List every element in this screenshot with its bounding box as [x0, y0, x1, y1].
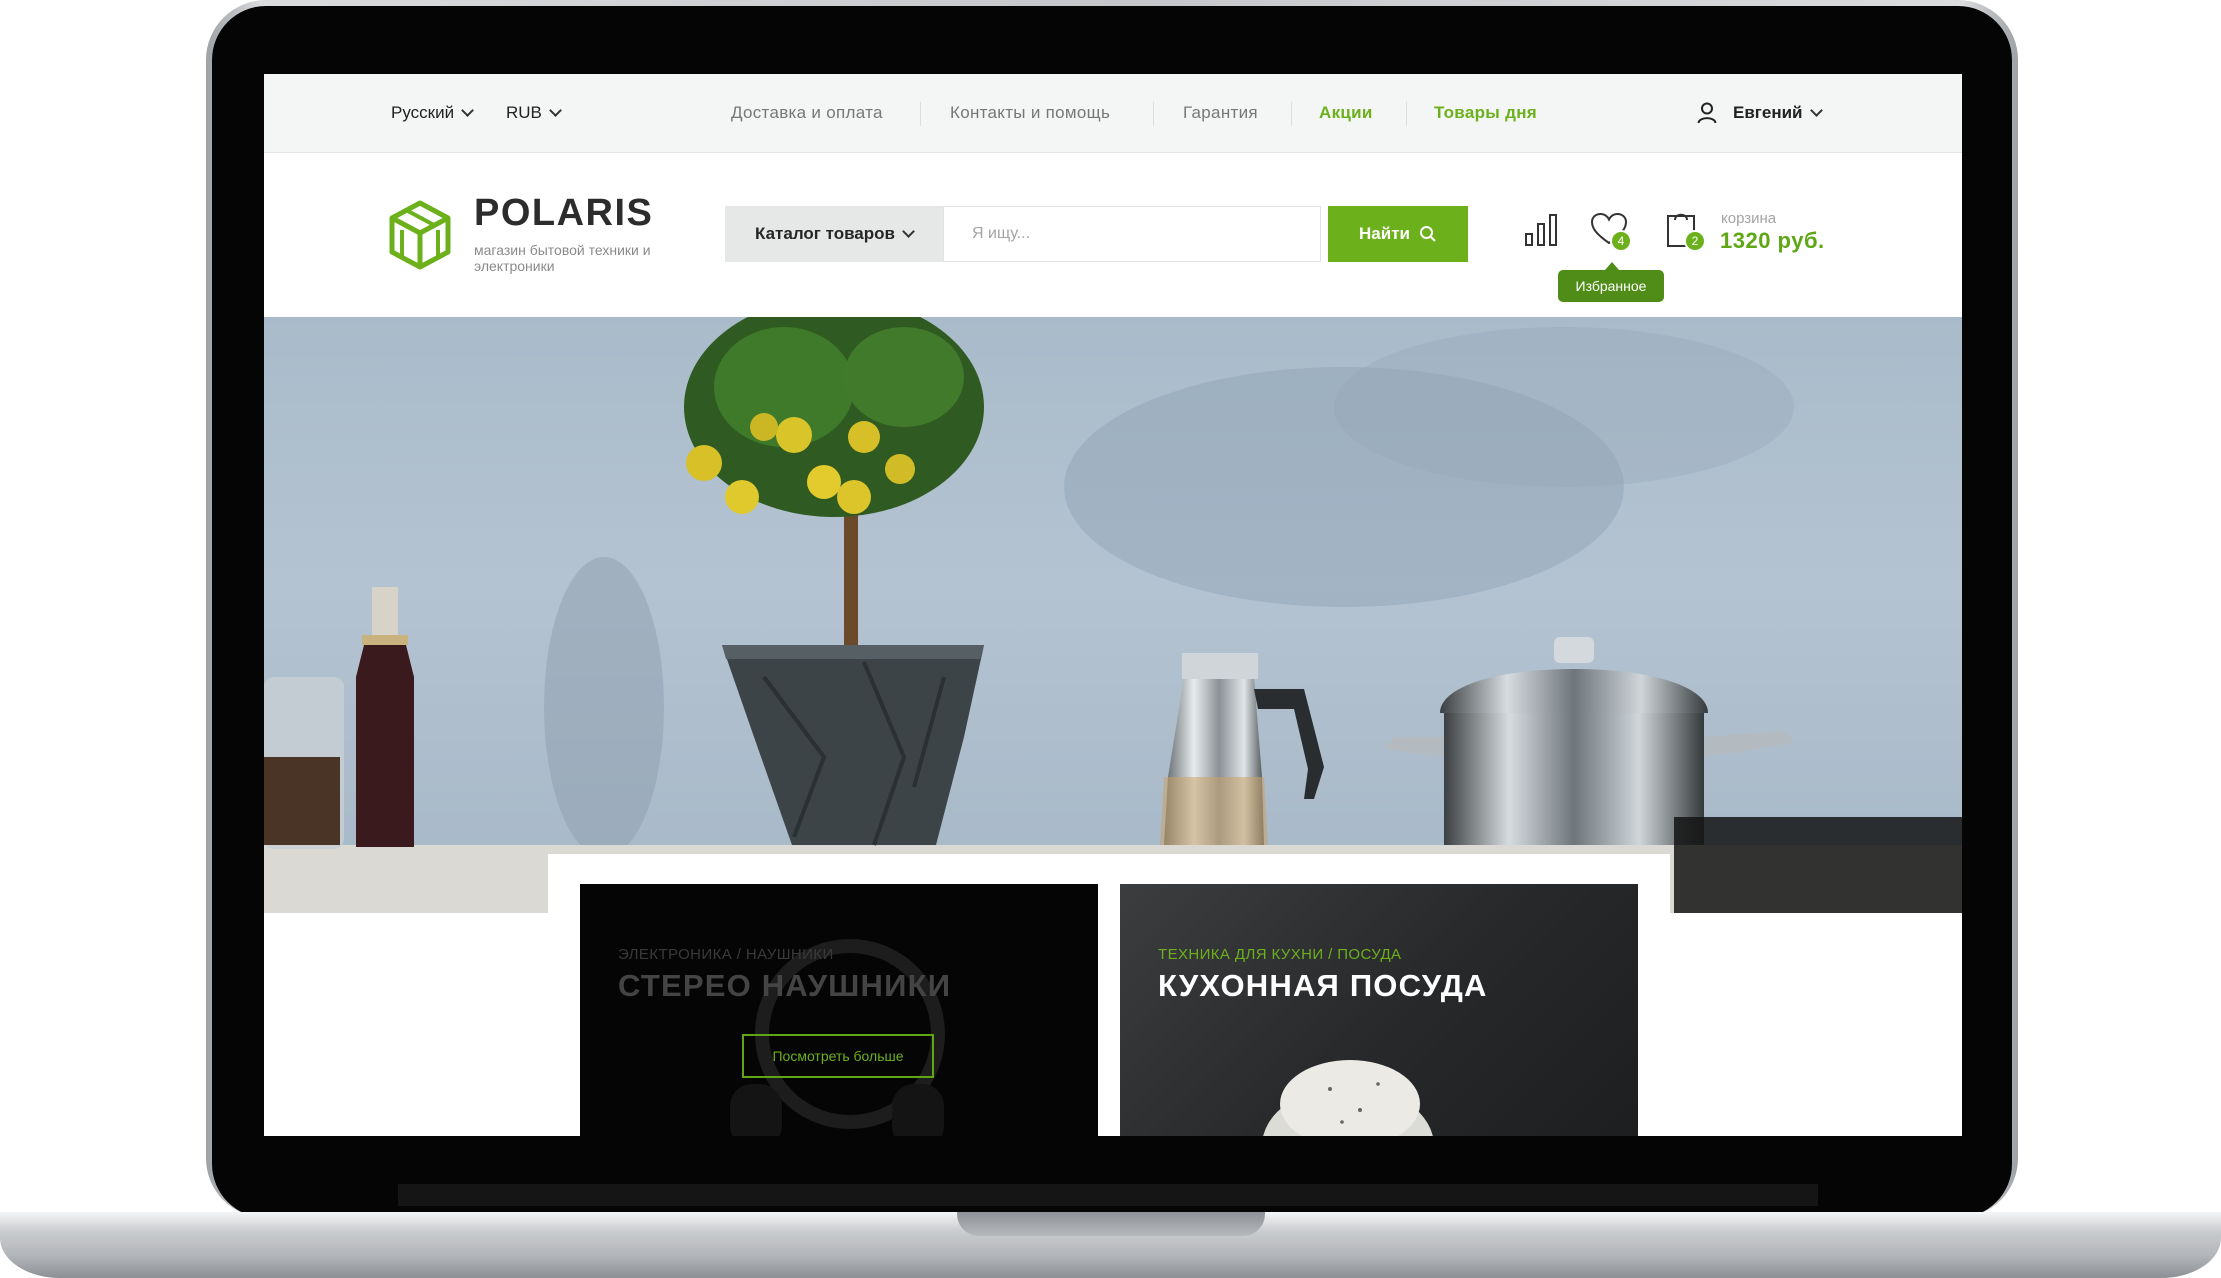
nav-divider — [920, 102, 921, 126]
currency-select[interactable]: RUB — [506, 74, 562, 152]
brand-name[interactable]: POLARIS — [474, 192, 653, 235]
chevron-down-icon — [461, 104, 474, 117]
favorites-count-badge: 4 — [1610, 230, 1632, 252]
nav-delivery[interactable]: Доставка и оплата — [731, 74, 883, 152]
promo-card-headphones[interactable]: ЭЛЕКТРОНИКА / НАУШНИКИ СТЕРЕО НАУШНИКИ П… — [580, 884, 1098, 1136]
chevron-down-icon — [902, 225, 915, 238]
nav-warranty[interactable]: Гарантия — [1183, 74, 1258, 152]
favorites-tooltip: Избранное — [1558, 262, 1664, 302]
language-select[interactable]: Русский — [391, 74, 474, 152]
hero-kitchen-image — [264, 317, 1962, 913]
nav-deals-of-day[interactable]: Товары дня — [1434, 74, 1537, 152]
search-icon — [1419, 226, 1436, 242]
laptop-notch — [957, 1212, 1265, 1236]
nav-contacts[interactable]: Контакты и помощь — [950, 74, 1110, 152]
search-input[interactable] — [943, 206, 1321, 262]
nav-promotions[interactable]: Акции — [1319, 74, 1373, 152]
currency-label: RUB — [506, 103, 542, 122]
see-more-button[interactable]: Посмотреть больше — [742, 1034, 934, 1078]
promo-title: КУХОННАЯ ПОСУДА — [1158, 968, 1488, 1003]
cart-count-badge: 2 — [1684, 230, 1706, 252]
catalog-button[interactable]: Каталог товаров — [725, 206, 943, 262]
promo-category: ЭЛЕКТРОНИКА / НАУШНИКИ — [618, 946, 834, 963]
compare-icon[interactable] — [1524, 212, 1558, 248]
nav-divider — [1291, 102, 1292, 126]
catalog-label: Каталог товаров — [755, 224, 895, 243]
promo-category: ТЕХНИКА ДЛЯ КУХНИ / ПОСУДА — [1158, 946, 1402, 963]
chevron-down-icon — [549, 104, 562, 117]
cart-total[interactable]: 1320 руб. — [1720, 228, 1825, 254]
screen: Русский RUB Доставка и оплата Контакты и… — [264, 74, 1962, 1136]
promo-card-cookware[interactable]: ТЕХНИКА ДЛЯ КУХНИ / ПОСУДА КУХОННАЯ ПОСУ… — [1120, 884, 1638, 1136]
bezel-hinge — [398, 1184, 1818, 1206]
headphones-image — [730, 939, 945, 1136]
user-name: Евгений — [1733, 103, 1803, 122]
language-label: Русский — [391, 103, 455, 122]
cart-label: корзина — [1721, 210, 1777, 227]
nav-divider — [1153, 102, 1154, 126]
nav-divider — [1406, 102, 1407, 126]
chevron-down-icon — [1809, 104, 1823, 117]
hero-banner — [264, 317, 1962, 913]
favorites-button[interactable]: 4 — [1590, 212, 1634, 252]
top-bar: Русский RUB Доставка и оплата Контакты и… — [264, 74, 1962, 153]
cube-logo-icon — [389, 200, 451, 270]
user-icon — [1697, 102, 1717, 124]
bowls-image — [1263, 1060, 1433, 1136]
cart-button[interactable]: 2 — [1664, 210, 1708, 252]
promo-title: СТЕРЕО НАУШНИКИ — [618, 968, 952, 1003]
search-button[interactable]: Найти — [1328, 206, 1468, 262]
user-menu[interactable]: Евгений — [1697, 74, 1823, 152]
search-button-label: Найти — [1359, 224, 1410, 243]
brand-tagline: магазин бытовой техники и электроники — [474, 242, 651, 274]
